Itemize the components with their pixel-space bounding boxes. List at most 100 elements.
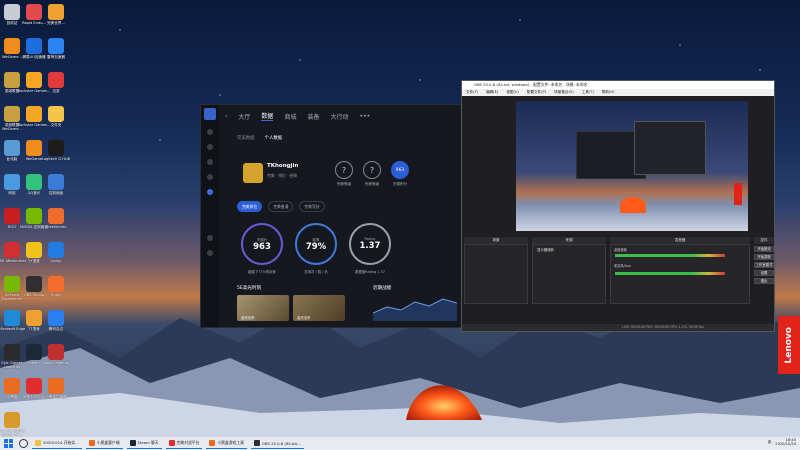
obs-control-button[interactable]: 工作室模式 bbox=[754, 262, 774, 268]
taskbar-app-label: Steam 聊天 bbox=[137, 440, 159, 445]
taskbar: 20201024-开始实... 小黑盒客户端 Steam 聊天 完美对战平台 小黑盒游戏… bbox=[0, 437, 800, 450]
desktop-icon-label: 迅游 bbox=[52, 89, 60, 93]
desktop-icon-label: 控制面板 bbox=[48, 191, 64, 195]
side-nav-wifi-icon[interactable] bbox=[207, 174, 213, 180]
obs-menu-bar: 文件(F) 编辑(E) 视图(V) 配置文件(P) 场景集合(S) 工具(T) 帮助(H) bbox=[462, 89, 774, 96]
controls-dock-title: 控件 bbox=[754, 237, 774, 244]
game-client-window[interactable]: ‹ 大厅 数据 商城 装备 大行动 ••• 完美数据 个人数据 TKhongji… bbox=[200, 104, 462, 328]
back-icon[interactable]: ‹ bbox=[225, 113, 227, 120]
subtab-personal-data[interactable]: 个人数据 bbox=[265, 135, 283, 141]
taskbar-app-icon bbox=[88, 440, 95, 446]
app-icon bbox=[48, 4, 64, 20]
search-icon[interactable] bbox=[19, 439, 28, 448]
obs-menu-item[interactable]: 场景集合(S) bbox=[554, 89, 573, 96]
taskbar-app-icon bbox=[129, 440, 136, 446]
nav-tab-lobby[interactable]: 大厅 bbox=[238, 112, 250, 121]
taskbar-app-label: 小黑盒游戏工具 bbox=[217, 440, 244, 445]
app-icon bbox=[48, 72, 64, 88]
desktop-icon[interactable]: 控制面板 bbox=[39, 174, 73, 195]
app-icon bbox=[48, 242, 64, 258]
obs-menu-item[interactable]: 视图(V) bbox=[506, 89, 518, 96]
desktop-icon-label: 雷神加速器 bbox=[47, 55, 65, 59]
taskbar-apps: 20201024-开始实... 小黑盒客户端 Steam 聊天 完美对战平台 小黑盒游戏… bbox=[28, 438, 304, 449]
scenes-dock[interactable] bbox=[464, 244, 528, 304]
obs-menu-item[interactable]: 文件(F) bbox=[466, 89, 478, 96]
taskbar-app[interactable]: 20201024-开始实... bbox=[32, 438, 82, 449]
desktop-icon-label: 小黑盒加速器 bbox=[45, 395, 67, 399]
clock[interactable]: 18:45 2020/10/24 bbox=[775, 438, 796, 447]
obs-control-button[interactable]: 开始推流 bbox=[754, 246, 774, 252]
nav-tab-gear[interactable]: 装备 bbox=[307, 112, 319, 121]
filter-competitive[interactable]: 完美竞技 bbox=[299, 201, 325, 212]
rank-badge-1[interactable]: ? bbox=[335, 161, 353, 179]
taskbar-app-label: 20201024-开始实... bbox=[43, 440, 79, 445]
windows-start-icon[interactable] bbox=[4, 439, 13, 448]
obs-control-button[interactable]: 开始录制 bbox=[754, 254, 774, 260]
desktop-icon[interactable]: 文件夹 bbox=[39, 106, 73, 127]
desktop-icon[interactable]: Logitech G HUB bbox=[39, 140, 73, 161]
rank-badge-2[interactable]: ? bbox=[363, 161, 381, 179]
filter-ranked[interactable]: 完美排位 bbox=[237, 201, 263, 212]
side-nav-settings-icon[interactable] bbox=[207, 250, 213, 256]
source-item[interactable]: 显示器捕获 bbox=[533, 245, 605, 254]
desktop-icon[interactable]: 小黑盒加速器 bbox=[39, 378, 73, 399]
obs-menu-item[interactable]: 工具(T) bbox=[582, 89, 594, 96]
desktop-icon[interactable]: SteelSeries bbox=[39, 208, 73, 229]
nav-tab-operation[interactable]: 大行动 bbox=[330, 112, 348, 121]
mixer-dock-title: 混音器 bbox=[610, 237, 750, 244]
win-rate-ring: 胜率 79% bbox=[295, 223, 337, 265]
desktop-icon[interactable]: 腾讯会议 bbox=[39, 310, 73, 331]
desktop-icon[interactable]: Counter-Strike Global Off... bbox=[0, 412, 29, 437]
data-subtabs: 完美数据 个人数据 bbox=[237, 135, 282, 141]
obs-control-button[interactable]: 设置 bbox=[754, 270, 774, 276]
side-nav-friends-icon[interactable] bbox=[207, 144, 213, 150]
ladder-score-badge[interactable]: 963 bbox=[391, 161, 409, 179]
side-nav-home-icon[interactable] bbox=[207, 129, 213, 135]
desktop-icon-label: 网络 bbox=[8, 191, 16, 195]
desktop-icon[interactable]: Origin bbox=[39, 276, 73, 297]
obs-window[interactable]: OBS 25.0.8 (64-bit, windows) - 配置文件: 未命名… bbox=[461, 80, 775, 332]
desktop-icon[interactable]: Apex Legends bbox=[39, 344, 73, 365]
desktop-icon-label: Origin bbox=[50, 293, 62, 297]
stat-value: 963 bbox=[253, 241, 271, 252]
mixer-dock: 桌面音频 麦克风/Aux bbox=[610, 244, 750, 304]
desktop-icon-label: 完美世界... bbox=[47, 21, 65, 25]
desktop-icon[interactable]: 完美世界... bbox=[39, 4, 73, 25]
taskbar-app[interactable]: Steam 聊天 bbox=[126, 438, 162, 449]
desktop-icon[interactable]: 雷神加速器 bbox=[39, 38, 73, 59]
app-icon bbox=[48, 276, 64, 292]
taskbar-app[interactable]: 小黑盒客户端 bbox=[85, 438, 123, 449]
app-icon bbox=[48, 344, 64, 360]
rank-badge-2-label: 完美等级 bbox=[364, 182, 380, 186]
desktop-icon-label: Apex Legends bbox=[43, 361, 69, 365]
nav-tab-data[interactable]: 数据 bbox=[261, 111, 274, 121]
app-logo-icon bbox=[204, 108, 216, 120]
filter-normal[interactable]: 完美普通 bbox=[268, 201, 294, 212]
side-nav-search-icon[interactable] bbox=[207, 235, 213, 241]
obs-menu-item[interactable]: 编辑(E) bbox=[486, 89, 498, 96]
taskbar-app-icon bbox=[168, 440, 175, 446]
side-nav-data-icon[interactable] bbox=[207, 189, 213, 195]
desktop-icon[interactable]: Uplay bbox=[39, 242, 73, 263]
obs-control-button[interactable]: 退出 bbox=[754, 278, 774, 284]
lenovo-logo: Lenovo bbox=[778, 316, 800, 374]
desktop-icon[interactable]: 迅游 bbox=[39, 72, 73, 93]
sources-dock[interactable]: 显示器捕获 bbox=[532, 244, 606, 304]
taskbar-app[interactable]: 完美对战平台 bbox=[165, 438, 203, 449]
side-nav-rank-icon[interactable] bbox=[207, 159, 213, 165]
subtab-perfect-data[interactable]: 完美数据 bbox=[237, 135, 255, 141]
avatar[interactable] bbox=[243, 163, 263, 183]
taskbar-app[interactable]: OBS 25.0.8 (64-bit... bbox=[250, 438, 304, 449]
obs-menu-item[interactable]: 帮助(H) bbox=[602, 89, 615, 96]
tray-lang[interactable]: 英 bbox=[768, 440, 772, 445]
nav-more-icon[interactable]: ••• bbox=[359, 113, 370, 120]
taskbar-app[interactable]: 小黑盒游戏工具 bbox=[206, 438, 247, 449]
obs-title-bar[interactable]: OBS 25.0.8 (64-bit, windows) - 配置文件: 未命名… bbox=[462, 81, 774, 89]
desktop-icon-label: Uplay bbox=[50, 259, 62, 263]
taskbar-app-icon bbox=[209, 440, 216, 446]
nav-tab-store[interactable]: 商城 bbox=[284, 112, 296, 121]
scenes-dock-title: 场景 bbox=[464, 237, 528, 244]
obs-menu-item[interactable]: 配置文件(P) bbox=[527, 89, 546, 96]
obs-preview[interactable] bbox=[516, 101, 748, 231]
game-top-nav: ‹ 大厅 数据 商城 装备 大行动 ••• bbox=[225, 111, 370, 121]
